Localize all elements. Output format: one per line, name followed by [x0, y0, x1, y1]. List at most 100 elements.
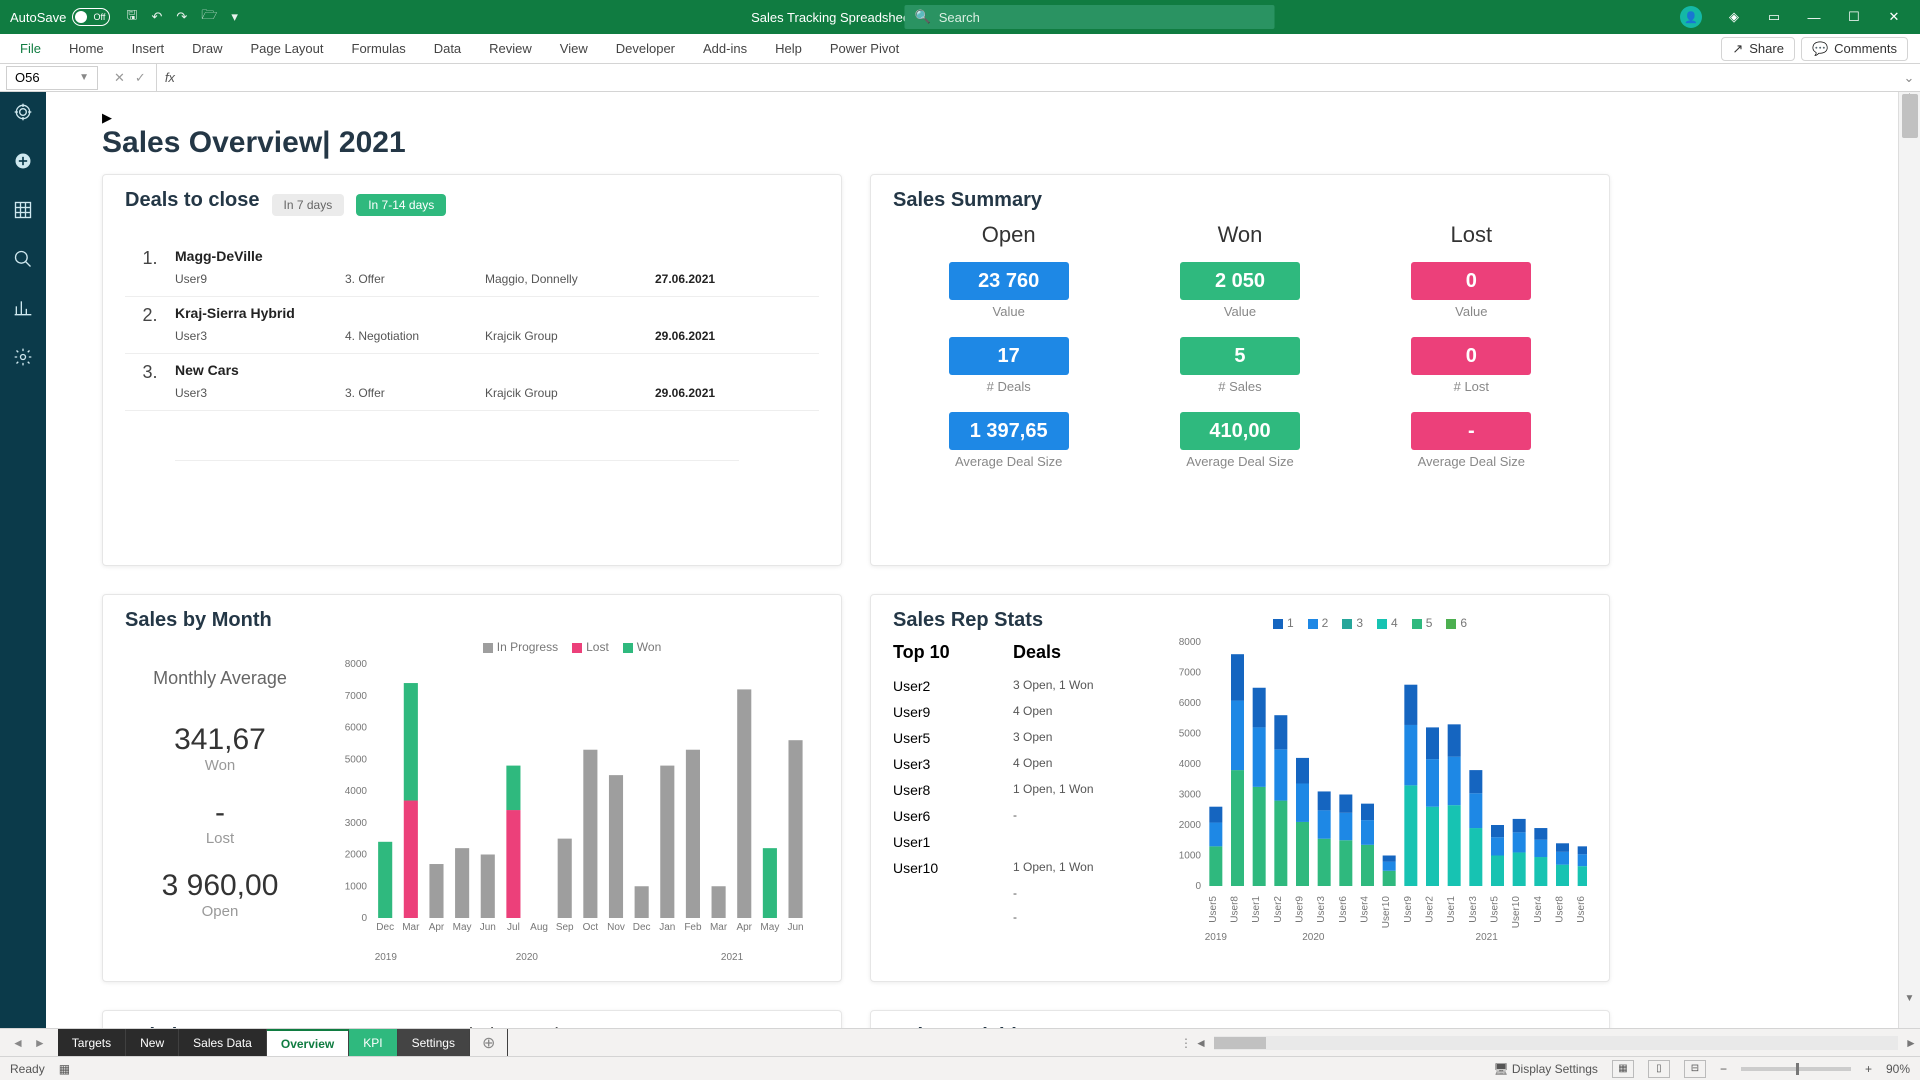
rep-deal: 3 Open	[1013, 725, 1153, 751]
tab-formulas[interactable]: Formulas	[338, 34, 420, 63]
svg-text:Apr: Apr	[736, 922, 752, 933]
hscroll-thumb[interactable]	[1214, 1037, 1266, 1049]
add-icon[interactable]	[13, 151, 33, 174]
sheet-prev-icon[interactable]: ◄	[12, 1036, 24, 1050]
display-settings-button[interactable]: 🖥 Display Settings	[1493, 1062, 1598, 1076]
col-deals: Deals	[1013, 636, 1153, 673]
expand-formula-icon[interactable]: ⌄	[1898, 70, 1920, 86]
label-avg: Average Deal Size	[1356, 454, 1587, 469]
normal-view-icon[interactable]: ▦	[1612, 1060, 1634, 1078]
open-value: 23 760	[949, 262, 1069, 300]
filter-7days[interactable]: In 7 days	[272, 194, 345, 216]
open-icon[interactable]: 🗁	[201, 6, 217, 28]
sheet-next-icon[interactable]: ►	[34, 1036, 46, 1050]
rep-user: User1	[893, 829, 1013, 855]
sheet-tab-overview[interactable]: Overview	[267, 1029, 349, 1056]
diamond-icon[interactable]: ◈	[1726, 9, 1742, 25]
save-icon[interactable]: 🖫	[126, 6, 137, 28]
svg-text:Nov: Nov	[607, 922, 625, 933]
tab-developer[interactable]: Developer	[602, 34, 689, 63]
sales-activities-card: Sales Activities	[870, 1010, 1610, 1028]
open-label: Open	[125, 903, 315, 920]
add-sheet-icon[interactable]: ⊕	[470, 1029, 508, 1056]
monthly-avg-label: Monthly Average	[125, 668, 315, 689]
autosave-toggle[interactable]: Off	[72, 8, 110, 26]
rep-user: User2	[893, 673, 1013, 699]
sheet-tab-sales-data[interactable]: Sales Data	[179, 1029, 267, 1056]
cancel-icon[interactable]: ✕	[114, 70, 125, 86]
sheet-tab-settings[interactable]: Settings	[398, 1029, 470, 1056]
tab-power-pivot[interactable]: Power Pivot	[816, 34, 913, 63]
formula-input[interactable]	[183, 66, 1898, 90]
scroll-left-icon[interactable]: ◄	[1192, 1036, 1210, 1050]
svg-text:User6: User6	[1338, 896, 1349, 923]
comment-icon: 💬	[1812, 41, 1828, 57]
search-box[interactable]: 🔍	[905, 5, 1275, 29]
tab-insert[interactable]: Insert	[118, 34, 179, 63]
tab-file[interactable]: File	[6, 34, 55, 63]
chevron-down-icon[interactable]: ▼	[79, 72, 89, 83]
svg-text:User5: User5	[1208, 896, 1219, 923]
zoom-out-icon[interactable]: −	[1720, 1062, 1727, 1076]
rep-deal: 1 Open, 1 Won	[1013, 855, 1153, 881]
grid-icon[interactable]	[13, 200, 33, 223]
comments-button[interactable]: 💬Comments	[1801, 37, 1908, 61]
scroll-right-icon[interactable]: ►	[1902, 1036, 1920, 1050]
tab-view[interactable]: View	[546, 34, 602, 63]
svg-text:Dec: Dec	[376, 922, 394, 933]
fx-label[interactable]: fx	[157, 70, 183, 85]
svg-text:May: May	[760, 922, 779, 933]
svg-text:User5: User5	[1490, 896, 1501, 923]
page-break-view-icon[interactable]: ⊟	[1684, 1060, 1706, 1078]
minimize-icon[interactable]: —	[1806, 10, 1822, 25]
deal-user: User3	[175, 329, 345, 343]
quick-access-toolbar: 🖫 ↶ ↷ 🗁 ▾	[126, 6, 238, 28]
tab-draw[interactable]: Draw	[178, 34, 236, 63]
legend-2: 2	[1322, 616, 1329, 630]
scroll-thumb[interactable]	[1902, 94, 1918, 138]
accept-icon[interactable]: ✓	[135, 70, 146, 86]
tab-review[interactable]: Review	[475, 34, 546, 63]
page-layout-view-icon[interactable]: ▯	[1648, 1060, 1670, 1078]
share-button[interactable]: ↗Share	[1721, 37, 1795, 61]
target-icon[interactable]	[13, 102, 33, 125]
maximize-icon[interactable]: ☐	[1846, 9, 1862, 25]
tab-home[interactable]: Home	[55, 34, 118, 63]
sheet-tab-targets[interactable]: Targets	[58, 1029, 126, 1056]
svg-text:Jun: Jun	[480, 922, 496, 933]
redo-icon[interactable]: ↷	[176, 9, 187, 25]
search-nav-icon[interactable]	[13, 249, 33, 272]
sheet-tab-new[interactable]: New	[126, 1029, 179, 1056]
horizontal-scrollbar[interactable]: ⋮ ◄ ►	[1180, 1029, 1920, 1056]
svg-text:2000: 2000	[345, 850, 368, 861]
close-icon[interactable]: ✕	[1886, 9, 1902, 25]
play-button[interactable]: ▶	[102, 110, 1868, 126]
scroll-down-icon[interactable]: ▼	[1899, 993, 1920, 1004]
macro-icon[interactable]: ▦	[59, 1062, 70, 1076]
tab-data[interactable]: Data	[420, 34, 475, 63]
chart-nav-icon[interactable]	[13, 298, 33, 321]
autosave-label: AutoSave	[10, 10, 66, 25]
zoom-level[interactable]: 90%	[1886, 1062, 1910, 1076]
open-value: 3 960,00	[125, 869, 315, 903]
undo-icon[interactable]: ↶	[151, 9, 162, 25]
name-box[interactable]: O56▼	[6, 66, 98, 90]
vertical-scrollbar[interactable]: ▲ ▼	[1898, 92, 1920, 1028]
account-icon[interactable]: 👤	[1680, 6, 1702, 28]
qat-dropdown-icon[interactable]: ▾	[231, 9, 238, 25]
sheet-tab-kpi[interactable]: KPI	[349, 1029, 397, 1056]
zoom-slider[interactable]	[1741, 1067, 1851, 1071]
gear-icon[interactable]	[13, 347, 33, 370]
svg-text:User10: User10	[1511, 896, 1522, 929]
window-controls: 👤 ◈ ▭ — ☐ ✕	[1680, 6, 1920, 28]
lost-label: Lost	[125, 830, 315, 847]
search-input[interactable]	[939, 10, 1265, 25]
tab-addins[interactable]: Add-ins	[689, 34, 761, 63]
filter-7-14days[interactable]: In 7-14 days	[356, 194, 446, 216]
legend-inprogress: In Progress	[497, 640, 558, 654]
tab-help[interactable]: Help	[761, 34, 816, 63]
ribbon-display-icon[interactable]: ▭	[1766, 9, 1782, 25]
zoom-in-icon[interactable]: +	[1865, 1062, 1872, 1076]
tab-page-layout[interactable]: Page Layout	[237, 34, 338, 63]
svg-text:2019: 2019	[1205, 932, 1228, 943]
